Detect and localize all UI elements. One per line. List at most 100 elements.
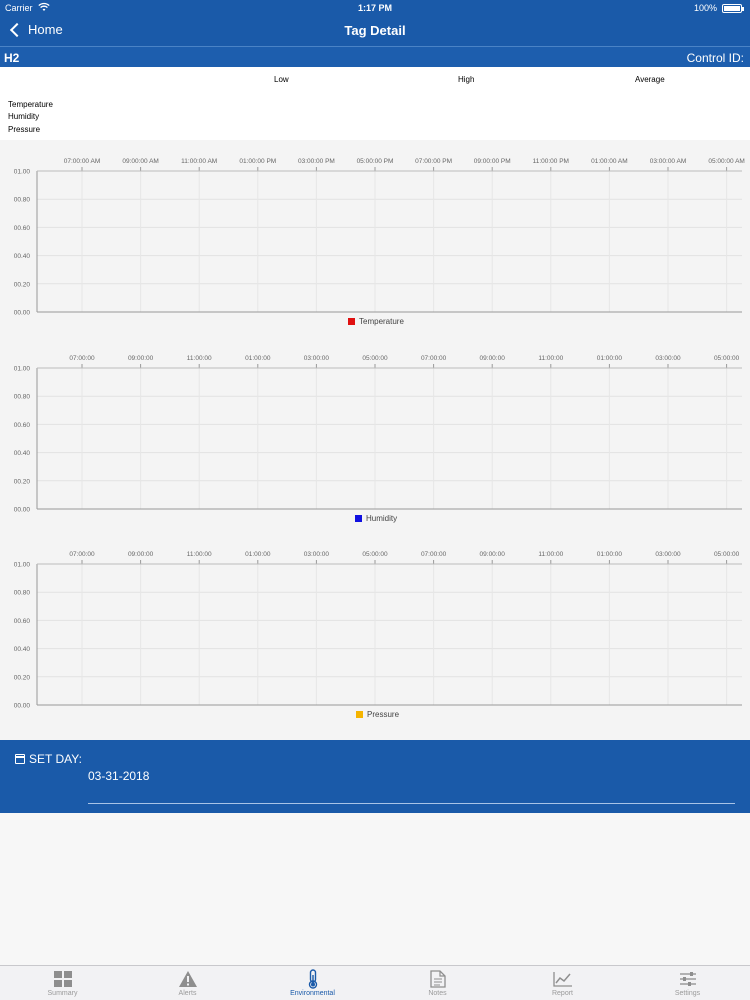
- tab-notes[interactable]: Notes: [375, 966, 500, 1000]
- summary-table: Low High Average Temperature Humidity Pr…: [0, 67, 750, 140]
- x-tick-label: 07:00:00 AM: [64, 158, 101, 165]
- legend-label-humidity: Humidity: [366, 514, 398, 523]
- y-tick-label: 00.40: [14, 450, 31, 457]
- tab-settings[interactable]: Settings: [625, 966, 750, 1000]
- x-tick-label: 05:00:00: [714, 551, 740, 558]
- clock: 1:17 PM: [357, 3, 392, 13]
- y-tick-label: 00.40: [14, 646, 31, 653]
- status-bar: Carrier 1:17 PM 100%: [0, 0, 750, 16]
- x-tick-label: 07:00:00: [69, 551, 95, 558]
- tab-alerts[interactable]: Alerts: [125, 966, 250, 1000]
- tab-label: Alerts: [178, 990, 197, 997]
- column-header-low: Low: [274, 75, 289, 84]
- tab-label: Summary: [47, 990, 78, 997]
- x-tick-label: 01:00:00 PM: [239, 158, 276, 165]
- y-tick-label: 00.80: [14, 394, 31, 401]
- column-header-average: Average: [635, 75, 665, 84]
- x-tick-label: 05:00:00: [714, 355, 740, 362]
- y-tick-label: 00.00: [14, 507, 31, 514]
- legend-pressure: Pressure: [356, 710, 399, 719]
- warning-icon: [178, 970, 198, 988]
- x-tick-label: 03:00:00 AM: [650, 158, 687, 165]
- y-tick-label: 00.60: [14, 422, 31, 429]
- x-tick-label: 05:00:00 AM: [708, 158, 745, 165]
- x-tick-label: 05:00:00: [362, 355, 388, 362]
- control-id-label: Control ID:: [686, 51, 744, 65]
- x-tick-label: 09:00:00: [128, 355, 154, 362]
- humidity-chart-plot: 00.00 00.20 00.40 00.60 00.80 01.00 07:00:00 09…: [14, 355, 742, 514]
- x-tick-label: 03:00:00: [304, 551, 330, 558]
- set-day-panel: SET DAY: 03-31-2018: [0, 740, 750, 813]
- y-tick-label: 00.60: [14, 225, 31, 232]
- x-tick-label: 05:00:00: [362, 551, 388, 558]
- sliders-icon: [679, 970, 697, 988]
- y-tick-label: 01.00: [14, 366, 31, 373]
- x-tick-label: 03:00:00: [655, 355, 681, 362]
- document-icon: [429, 970, 446, 988]
- x-tick-label: 01:00:00: [245, 355, 271, 362]
- humidity-chart: 00.00 00.20 00.40 00.60 00.80 01.00 07:00:00 09…: [0, 337, 750, 533]
- tab-bar: Summary Alerts Environmental Notes Repor…: [0, 965, 750, 1000]
- x-tick-label: 09:00:00 AM: [122, 158, 159, 165]
- pressure-chart-plot: 00.00 00.20 00.40 00.60 00.80 01.00 07:00:00 09…: [14, 551, 742, 710]
- date-field[interactable]: 03-31-2018: [88, 769, 149, 783]
- x-tick-label: 07:00:00: [421, 551, 447, 558]
- x-tick-label: 07:00:00 PM: [415, 158, 452, 165]
- y-tick-label: 00.00: [14, 310, 31, 317]
- row-label-temperature: Temperature: [8, 100, 53, 109]
- grid-icon: [53, 970, 72, 988]
- charts-area: 00.00 00.20 00.40 00.60 00.80 01.00 07:00:00 A…: [0, 140, 750, 740]
- y-tick-label: 00.40: [14, 253, 31, 260]
- x-tick-label: 01:00:00: [597, 551, 623, 558]
- thermometer-icon: [307, 969, 319, 989]
- tab-report[interactable]: Report: [500, 966, 625, 1000]
- set-day-header: SET DAY:: [15, 752, 82, 766]
- calendar-icon: [15, 754, 25, 764]
- battery-percentage: 100%: [693, 3, 717, 13]
- tag-header: H2 Control ID:: [0, 46, 750, 67]
- legend-label-pressure: Pressure: [367, 710, 400, 719]
- x-tick-label: 07:00:00: [69, 355, 95, 362]
- x-tick-label: 03:00:00: [655, 551, 681, 558]
- x-tick-label: 03:00:00 PM: [298, 158, 335, 165]
- tag-name: H2: [4, 51, 20, 65]
- tab-label: Notes: [428, 990, 447, 997]
- line-chart-icon: [552, 970, 573, 988]
- tab-label: Report: [551, 990, 573, 997]
- y-tick-label: 01.00: [14, 169, 31, 176]
- x-tick-label: 11:00:00: [187, 355, 212, 362]
- x-tick-label: 09:00:00: [480, 355, 506, 362]
- column-header-high: High: [458, 75, 475, 84]
- x-tick-label: 09:00:00 PM: [474, 158, 511, 165]
- x-tick-label: 05:00:00 PM: [357, 158, 394, 165]
- y-tick-label: 00.20: [14, 674, 31, 681]
- y-tick-label: 00.80: [14, 590, 31, 597]
- x-tick-label: 03:00:00: [304, 355, 330, 362]
- set-day-label: SET DAY:: [29, 752, 82, 766]
- tab-summary[interactable]: Summary: [0, 966, 125, 1000]
- date-field-underline: [88, 803, 735, 804]
- legend-swatch-temperature: [348, 318, 355, 325]
- tab-label: Environmental: [290, 990, 335, 997]
- y-tick-label: 00.60: [14, 618, 31, 625]
- legend-swatch-humidity: [355, 515, 362, 522]
- x-tick-label: 01:00:00 AM: [591, 158, 628, 165]
- x-tick-label: 09:00:00: [480, 551, 506, 558]
- empty-area: [0, 813, 750, 965]
- y-tick-label: 01.00: [14, 562, 31, 569]
- navigation-bar: Home Tag Detail: [0, 16, 750, 46]
- page-title: Tag Detail: [344, 23, 406, 38]
- battery-icon: [722, 4, 744, 13]
- legend-temperature: Temperature: [348, 317, 404, 326]
- x-tick-label: 07:00:00: [421, 355, 447, 362]
- x-tick-label: 11:00:00: [187, 551, 212, 558]
- y-tick-label: 00.20: [14, 281, 31, 288]
- legend-swatch-pressure: [356, 711, 363, 718]
- x-tick-label: 01:00:00: [597, 355, 623, 362]
- tab-environmental[interactable]: Environmental: [250, 966, 375, 1000]
- y-tick-label: 00.20: [14, 478, 31, 485]
- temperature-chart-plot: 00.00 00.20 00.40 00.60 00.80 01.00 07:00:00 A…: [14, 158, 745, 317]
- y-tick-label: 00.00: [14, 703, 31, 710]
- tab-label: Settings: [674, 990, 701, 997]
- x-tick-label: 11:00:00 PM: [533, 158, 569, 165]
